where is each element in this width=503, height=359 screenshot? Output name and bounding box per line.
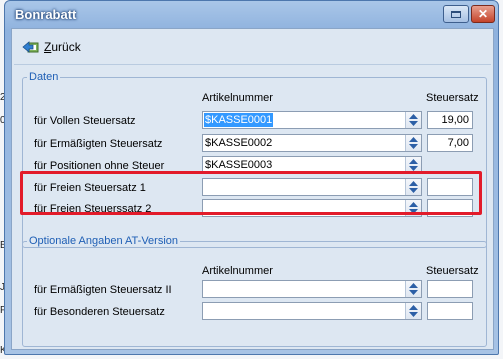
article-combo[interactable]	[202, 199, 422, 217]
article-combo[interactable]	[202, 178, 422, 196]
row-label: für Ermäßigten Steuersatz II	[34, 284, 172, 296]
article-combo[interactable]: $KASSE0003	[202, 156, 422, 174]
spinner-icon[interactable]	[405, 200, 421, 216]
group-optional-legend: Optionale Angaben AT-Version	[29, 235, 179, 247]
column-header-tax: Steuersatz	[426, 265, 479, 277]
dialog-window: Bonrabatt ✕ Zurück Daten Optionale Angab…	[4, 0, 499, 355]
row-label: für Besonderen Steuersatz	[34, 306, 165, 318]
tax-field[interactable]	[427, 280, 473, 298]
article-combo[interactable]	[202, 302, 422, 320]
spinner-icon[interactable]	[405, 157, 421, 173]
column-header-article: Artikelnummer	[202, 265, 273, 277]
row-label: für Freien Steuerssatz 2	[34, 203, 152, 215]
spinner-icon[interactable]	[405, 179, 421, 195]
tax-field	[427, 156, 473, 174]
article-combo[interactable]	[202, 280, 422, 298]
tax-field[interactable]: 7,00	[427, 134, 473, 152]
spinner-icon[interactable]	[405, 303, 421, 319]
back-arrow-icon	[22, 41, 39, 53]
maximize-button[interactable]	[443, 5, 469, 23]
close-button[interactable]: ✕	[471, 5, 495, 23]
back-button[interactable]: Zurück	[22, 37, 81, 57]
close-icon: ✕	[477, 7, 489, 21]
row-label: für Positionen ohne Steuer	[34, 160, 165, 172]
row-label: für Vollen Steuersatz	[34, 115, 136, 127]
tax-field[interactable]: 19,00	[427, 111, 473, 129]
maximize-icon	[451, 10, 461, 18]
tax-field[interactable]	[427, 178, 473, 196]
row-label: für Freien Steuersatz 1	[34, 182, 146, 194]
toolbar-separator	[14, 64, 491, 65]
article-value: $KASSE0001	[204, 113, 274, 127]
window-title: Bonrabatt	[15, 7, 77, 22]
tax-field[interactable]	[427, 199, 473, 217]
spinner-icon[interactable]	[405, 112, 421, 128]
article-combo[interactable]: $KASSE0002	[202, 134, 422, 152]
article-combo[interactable]: $KASSE0001	[202, 111, 422, 129]
tax-field[interactable]	[427, 302, 473, 320]
column-header-tax: Steuersatz	[426, 92, 479, 104]
column-header-article: Artikelnummer	[202, 92, 273, 104]
group-daten-legend: Daten	[29, 71, 59, 83]
row-label: für Ermäßigten Steuersatz	[34, 138, 163, 150]
spinner-icon[interactable]	[405, 281, 421, 297]
article-value: $KASSE0003	[205, 159, 273, 171]
spinner-icon[interactable]	[405, 135, 421, 151]
article-value: $KASSE0002	[205, 137, 273, 149]
dialog-content: Zurück Daten Optionale Angaben AT-Versio…	[11, 28, 494, 350]
back-button-label: Zurück	[44, 40, 81, 54]
